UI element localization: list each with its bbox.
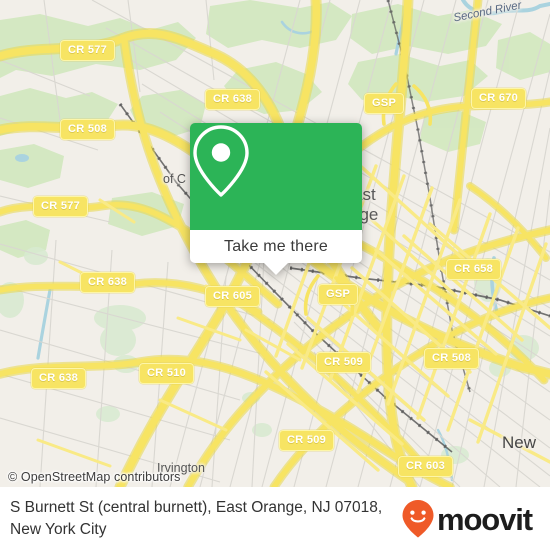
road-shield[interactable]: CR 508 [424, 348, 480, 369]
road-shield[interactable]: CR 638 [205, 89, 261, 110]
road-shield[interactable]: CR 658 [446, 259, 502, 280]
road-shield[interactable]: CR 509 [316, 352, 372, 373]
road-shield[interactable]: CR 510 [139, 363, 195, 384]
footer-bar: S Burnett St (central burnett), East Ora… [0, 487, 550, 550]
road-shield[interactable]: GSP [318, 284, 359, 305]
road-shield[interactable]: CR 605 [205, 286, 261, 307]
road-shield[interactable]: CR 638 [80, 272, 136, 293]
take-me-there-label: Take me there [224, 237, 328, 255]
popup-action-bar[interactable]: Take me there [190, 230, 362, 275]
moovit-wordmark: moovit [436, 501, 533, 537]
road-shield[interactable]: CR 577 [60, 40, 116, 61]
road-shield[interactable]: CR 670 [471, 88, 527, 109]
osm-attribution[interactable]: © OpenStreetMap contributors [8, 470, 181, 484]
moovit-map-screenshot: CR 577 CR 638 GSP CR 670 CR 508 CR 577 C… [0, 0, 550, 550]
moovit-pin-icon [402, 500, 434, 538]
road-shield[interactable]: CR 508 [60, 119, 116, 140]
popup-tail [263, 262, 289, 275]
map-pin-icon [193, 125, 249, 197]
road-shield[interactable]: GSP [364, 93, 405, 114]
map-canvas[interactable]: CR 577 CR 638 GSP CR 670 CR 508 CR 577 C… [0, 0, 550, 487]
road-shield[interactable]: CR 603 [398, 456, 454, 477]
address-text: S Burnett St (central burnett), East Ora… [10, 498, 383, 538]
road-shield[interactable]: CR 509 [279, 430, 335, 451]
road-shield[interactable]: CR 638 [31, 368, 87, 389]
moovit-logo[interactable]: moovit [401, 499, 533, 539]
popup-header [190, 123, 362, 230]
location-popup[interactable]: Take me there [190, 123, 362, 275]
road-shield[interactable]: CR 577 [33, 196, 89, 217]
